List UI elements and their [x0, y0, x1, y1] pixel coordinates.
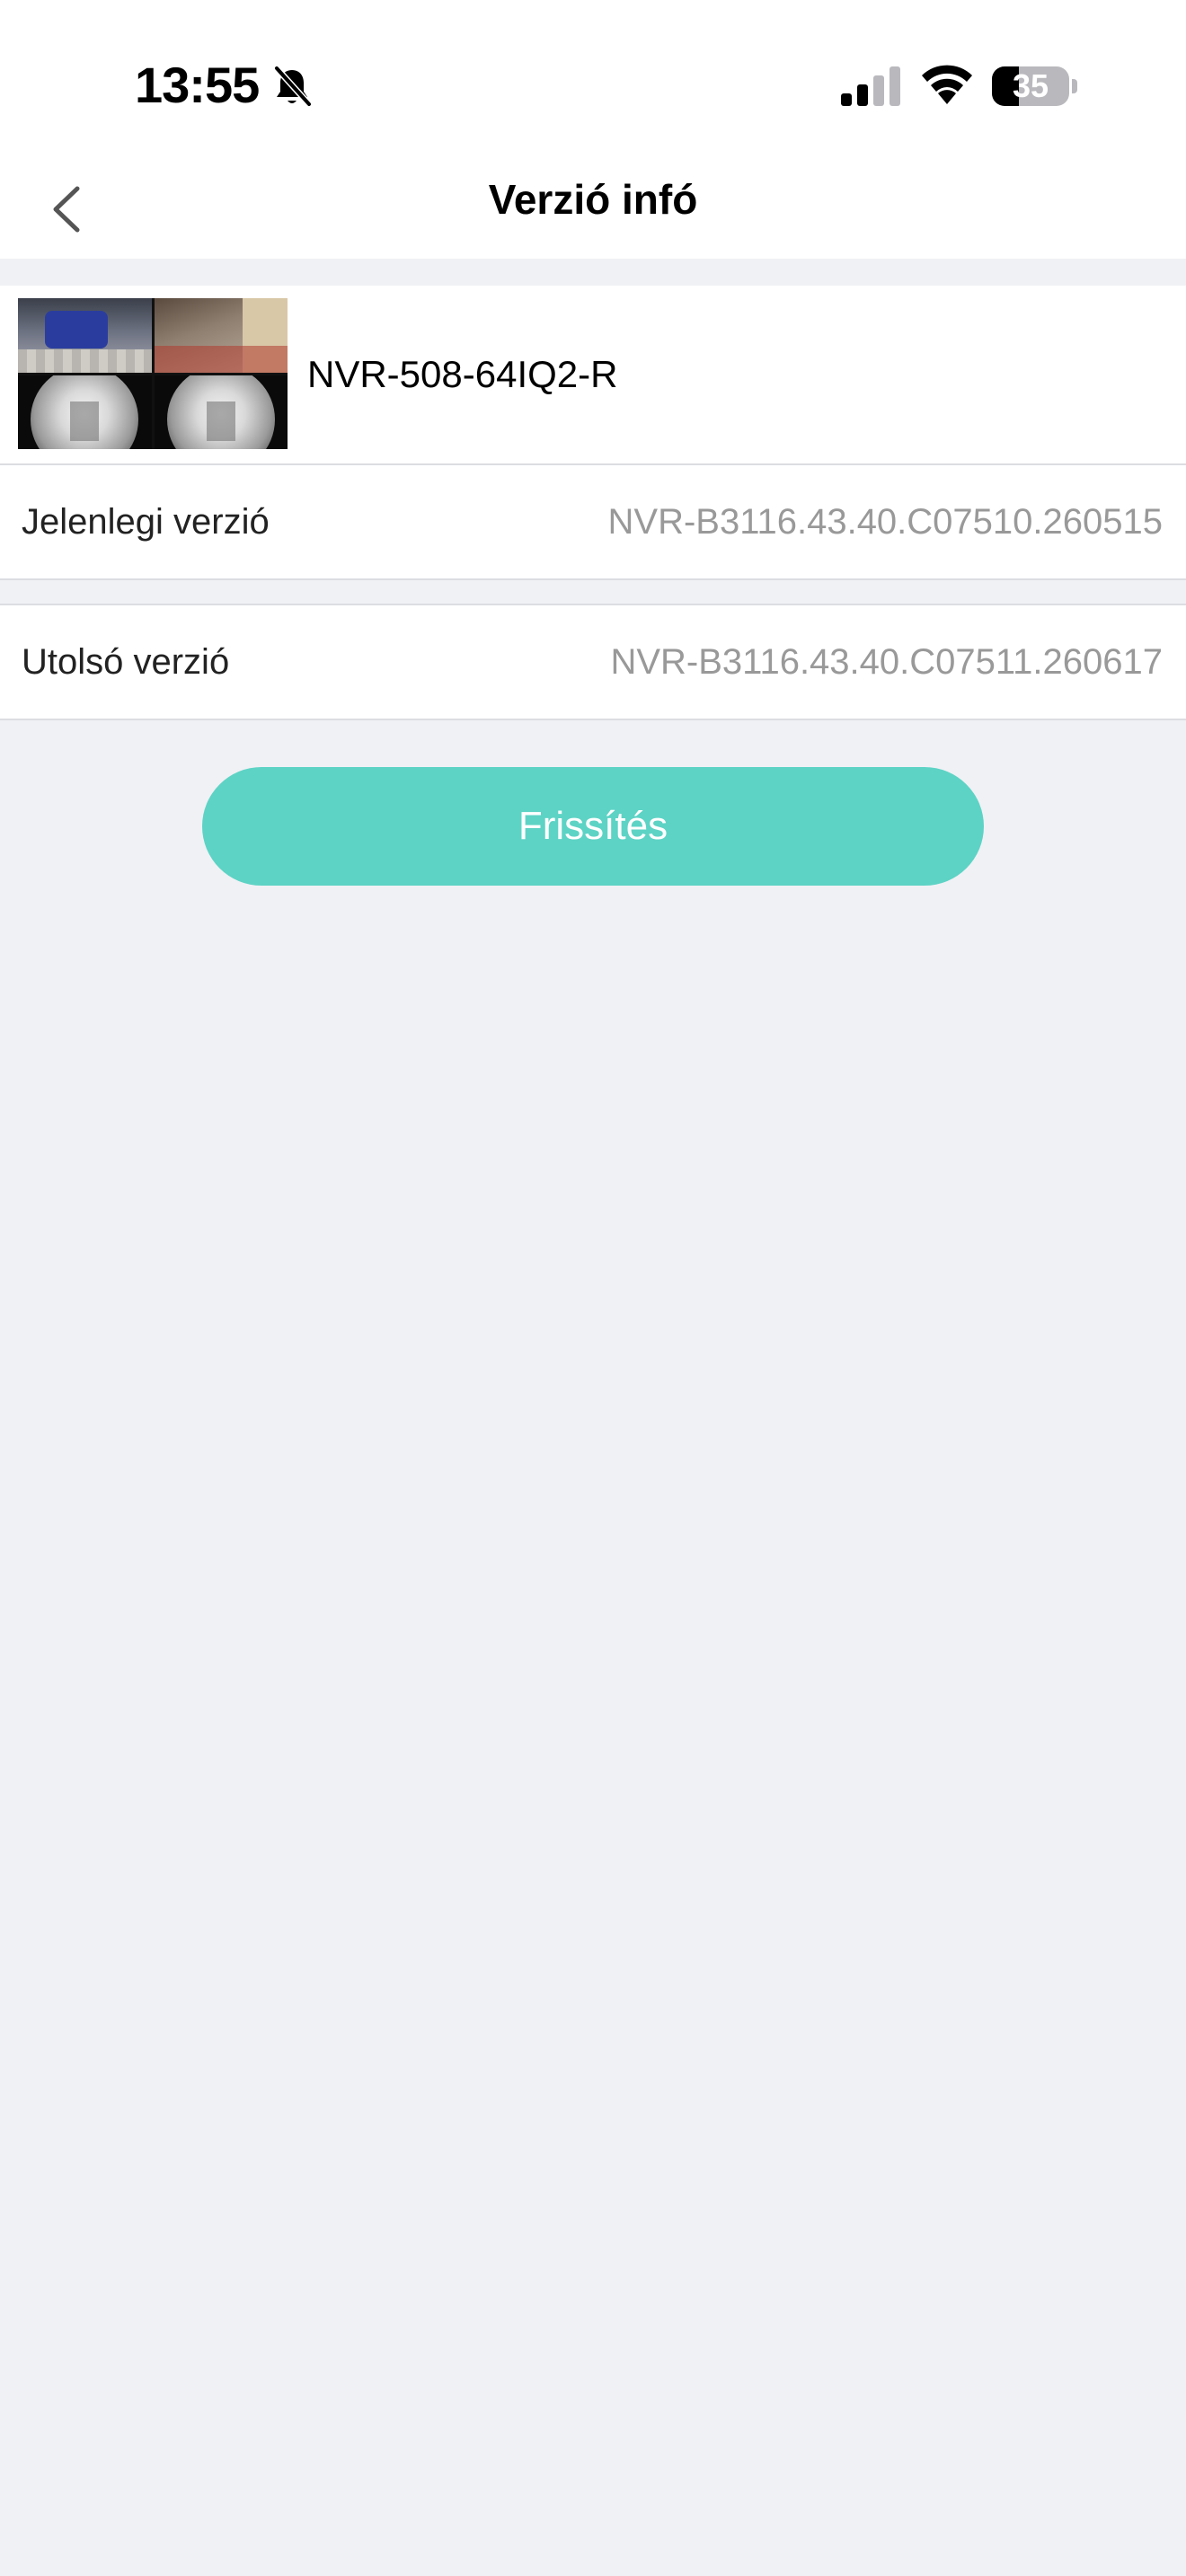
- latest-version-value: NVR-B3116.43.40.C07511.260617: [610, 642, 1163, 682]
- current-version-label: Jelenlegi verzió: [22, 502, 270, 542]
- battery-icon: 35: [992, 66, 1069, 106]
- battery-tip: [1072, 79, 1077, 93]
- battery-percent: 35: [1012, 67, 1049, 104]
- status-bar: 13:55 35: [0, 0, 1186, 158]
- bell-slash-icon: [273, 65, 313, 108]
- latest-version-row: Utolsó verzió NVR-B3116.43.40.C07511.260…: [0, 604, 1186, 720]
- camera-feed-4: [154, 375, 288, 449]
- wifi-icon: [922, 65, 972, 104]
- status-time: 13:55: [135, 57, 260, 113]
- navigation-bar: Verzió infó: [0, 158, 1186, 259]
- page-title: Verzió infó: [488, 176, 698, 223]
- update-button[interactable]: Frissítés: [202, 767, 984, 886]
- camera-feed-2: [154, 298, 288, 373]
- current-version-row: Jelenlegi verzió NVR-B3116.43.40.C07510.…: [0, 465, 1186, 580]
- current-version-value: NVR-B3116.43.40.C07510.260515: [607, 502, 1164, 542]
- cellular-signal-icon: [841, 66, 900, 106]
- camera-feed-3: [18, 375, 152, 449]
- device-name: NVR-508-64IQ2-R: [307, 353, 618, 395]
- latest-version-label: Utolsó verzió: [22, 642, 230, 682]
- camera-feed-1: [18, 298, 152, 373]
- device-card: NVR-508-64IQ2-R: [0, 286, 1186, 465]
- camera-grid-thumbnail: [18, 298, 288, 449]
